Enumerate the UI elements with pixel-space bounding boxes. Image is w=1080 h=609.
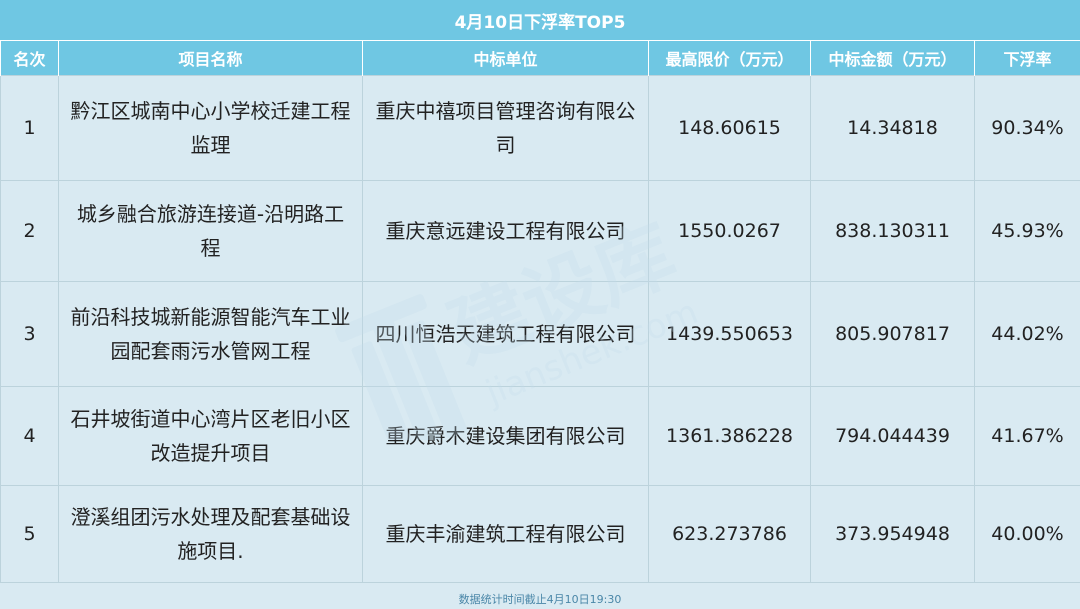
header-row: 名次 项目名称 中标单位 最高限价（万元） 中标金额（万元） 下浮率	[0, 40, 1080, 76]
table-row: 2 城乡融合旅游连接道-沿明路工程 重庆意远建设工程有限公司 1550.0267…	[0, 180, 1080, 282]
bid-amount-cell: 794.044439	[810, 386, 975, 486]
results-sheet: 4月10日下浮率TOP5 名次 项目名称 中标单位 最高限价（万元） 中标金额（…	[0, 0, 1080, 609]
table-row: 5 澄溪组团污水处理及配套基础设施项目. 重庆丰渝建筑工程有限公司 623.27…	[0, 485, 1080, 583]
max-price-cell: 148.60615	[648, 75, 811, 181]
rank-cell: 4	[0, 386, 59, 486]
rank-cell: 5	[0, 485, 59, 583]
max-price-cell: 623.273786	[648, 485, 811, 583]
project-cell: 前沿科技城新能源智能汽车工业园配套雨污水管网工程	[58, 281, 363, 387]
data-timestamp-footer: 数据统计时间截止4月10日19:30	[458, 593, 622, 606]
rank-cell: 1	[0, 75, 59, 181]
winner-cell: 重庆中禧项目管理咨询有限公司	[362, 75, 649, 181]
discount-cell: 90.34%	[974, 75, 1080, 181]
bid-amount-cell: 14.34818	[810, 75, 975, 181]
project-cell: 黔江区城南中心小学校迁建工程监理	[58, 75, 363, 181]
winner-cell: 四川恒浩天建筑工程有限公司	[362, 281, 649, 387]
rank-cell: 2	[0, 180, 59, 282]
discount-cell: 40.00%	[974, 485, 1080, 583]
header-discount: 下浮率	[974, 40, 1080, 76]
discount-cell: 41.67%	[974, 386, 1080, 486]
rank-cell: 3	[0, 281, 59, 387]
header-rank: 名次	[0, 40, 59, 76]
table-row: 4 石井坡街道中心湾片区老旧小区改造提升项目 重庆爵木建设集团有限公司 1361…	[0, 386, 1080, 486]
table-row: 1 黔江区城南中心小学校迁建工程监理 重庆中禧项目管理咨询有限公司 148.60…	[0, 75, 1080, 181]
table-row: 3 前沿科技城新能源智能汽车工业园配套雨污水管网工程 四川恒浩天建筑工程有限公司…	[0, 281, 1080, 387]
max-price-cell: 1439.550653	[648, 281, 811, 387]
project-cell: 澄溪组团污水处理及配套基础设施项目.	[58, 485, 363, 583]
header-project: 项目名称	[58, 40, 363, 76]
winner-cell: 重庆丰渝建筑工程有限公司	[362, 485, 649, 583]
header-bid-amount: 中标金额（万元）	[810, 40, 975, 76]
max-price-cell: 1550.0267	[648, 180, 811, 282]
results-table: 名次 项目名称 中标单位 最高限价（万元） 中标金额（万元） 下浮率 1 黔江区…	[0, 40, 1080, 583]
discount-cell: 45.93%	[974, 180, 1080, 282]
project-cell: 城乡融合旅游连接道-沿明路工程	[58, 180, 363, 282]
winner-cell: 重庆意远建设工程有限公司	[362, 180, 649, 282]
table-title: 4月10日下浮率TOP5	[0, 0, 1080, 40]
bid-amount-cell: 373.954948	[810, 485, 975, 583]
header-winner: 中标单位	[362, 40, 649, 76]
bid-amount-cell: 838.130311	[810, 180, 975, 282]
discount-cell: 44.02%	[974, 281, 1080, 387]
max-price-cell: 1361.386228	[648, 386, 811, 486]
winner-cell: 重庆爵木建设集团有限公司	[362, 386, 649, 486]
project-cell: 石井坡街道中心湾片区老旧小区改造提升项目	[58, 386, 363, 486]
header-max-price: 最高限价（万元）	[648, 40, 811, 76]
bid-amount-cell: 805.907817	[810, 281, 975, 387]
